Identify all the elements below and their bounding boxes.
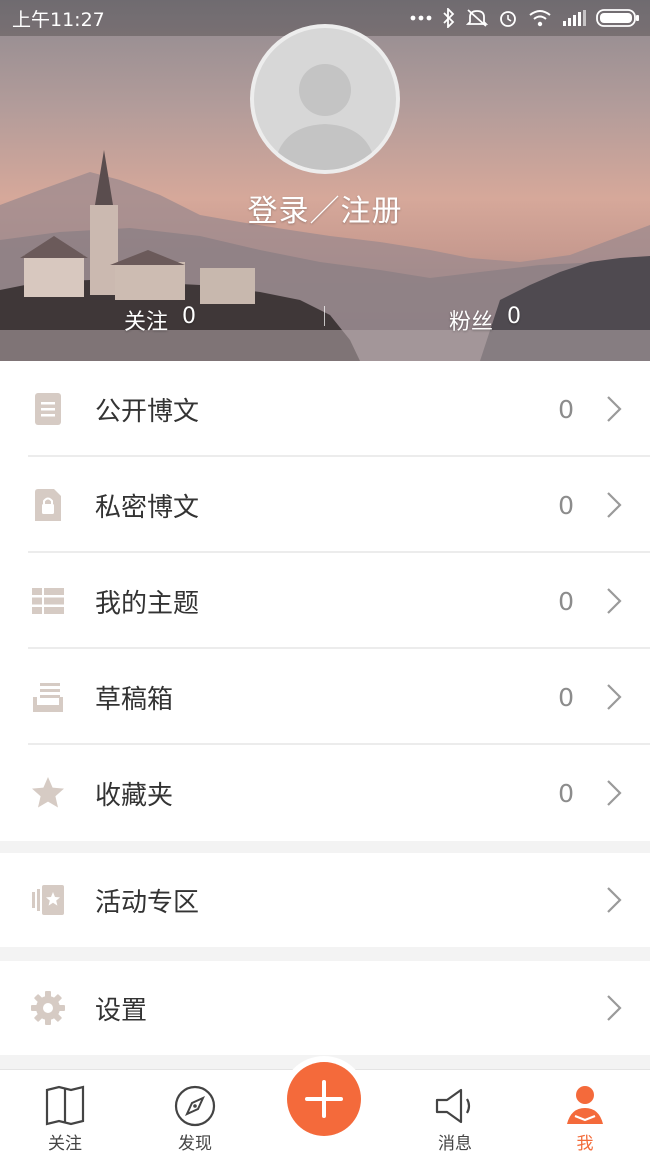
document-icon <box>35 393 61 425</box>
plus-icon <box>305 1080 343 1118</box>
lock-document-icon <box>35 489 61 521</box>
menu-item-label: 我的主题 <box>95 588 200 619</box>
menu-item-label: 收藏夹 <box>95 780 174 811</box>
tab-discover[interactable]: 发现 <box>145 1070 245 1156</box>
tab-label: 发现 <box>178 1134 212 1154</box>
fans-count: 0 <box>507 304 522 329</box>
following-label: 关注 <box>124 310 169 335</box>
following-stat[interactable]: 关注 0 <box>124 304 196 336</box>
chevron-right-icon <box>607 780 622 806</box>
menu-item-drafts[interactable]: 草稿箱 0 <box>0 649 650 745</box>
login-register-link[interactable]: 登录／注册 <box>0 186 650 230</box>
menu-item-label: 设置 <box>95 995 148 1026</box>
event-cards-icon <box>32 885 64 915</box>
events-menu-group: 活动专区 <box>0 853 650 947</box>
menu-item-favorites[interactable]: 收藏夹 0 <box>0 745 650 841</box>
bluetooth-icon <box>443 8 455 28</box>
tab-follow[interactable]: 关注 <box>15 1070 115 1156</box>
mute-icon <box>466 9 488 27</box>
settings-menu-group: 设置 <box>0 961 650 1055</box>
menu-item-my-topics[interactable]: 我的主题 0 <box>0 553 650 649</box>
signal-icon <box>563 10 586 26</box>
chevron-right-icon <box>607 995 622 1021</box>
more-dots-icon <box>410 15 432 21</box>
avatar[interactable] <box>250 24 400 174</box>
tab-label: 我 <box>576 1134 594 1154</box>
user-reading-icon <box>567 1086 603 1124</box>
compose-button[interactable] <box>287 1062 361 1136</box>
tab-messages[interactable]: 消息 <box>405 1070 505 1156</box>
menu-item-count: 0 <box>558 490 574 520</box>
chevron-right-icon <box>607 588 622 614</box>
battery-icon <box>596 9 639 27</box>
stat-divider <box>324 306 325 326</box>
alarm-icon <box>500 11 516 27</box>
wifi-icon <box>529 10 551 27</box>
menu-item-label: 草稿箱 <box>95 684 174 715</box>
drafts-tray-icon <box>33 683 63 712</box>
megaphone-icon <box>435 1088 471 1124</box>
tab-label: 关注 <box>48 1134 82 1154</box>
chevron-right-icon <box>607 396 622 422</box>
chevron-right-icon <box>607 492 622 518</box>
star-icon <box>32 777 64 808</box>
menu-item-count: 0 <box>558 778 574 808</box>
tab-me[interactable]: 我 <box>535 1070 635 1156</box>
menu-item-events[interactable]: 活动专区 <box>0 853 650 947</box>
status-time: 上午11:27 <box>12 8 105 31</box>
fans-label: 粉丝 <box>449 310 494 335</box>
menu-item-label: 公开博文 <box>95 396 200 427</box>
gear-icon <box>31 991 65 1025</box>
menu-item-count: 0 <box>558 682 574 712</box>
menu-item-settings[interactable]: 设置 <box>0 961 650 1055</box>
menu-item-label: 私密博文 <box>95 492 200 523</box>
profile-header: 上午11:27 登录／注册 关注 0 粉丝 0 <box>0 0 650 361</box>
menu-item-public-posts[interactable]: 公开博文 0 <box>0 361 650 457</box>
fans-stat[interactable]: 粉丝 0 <box>449 304 521 336</box>
menu-item-count: 0 <box>558 586 574 616</box>
compass-icon <box>174 1085 216 1127</box>
menu-item-label: 活动专区 <box>95 887 200 918</box>
content-menu-group: 公开博文 0 私密博文 0 我的主题 0 草稿箱 0 收藏夹 0 <box>0 361 650 841</box>
chevron-right-icon <box>607 887 622 913</box>
default-avatar-icon <box>274 64 376 170</box>
chevron-right-icon <box>607 684 622 710</box>
menu-item-count: 0 <box>558 394 574 424</box>
menu-item-private-posts[interactable]: 私密博文 0 <box>0 457 650 553</box>
tab-label: 消息 <box>438 1134 472 1154</box>
grid-icon <box>32 588 64 614</box>
status-icons <box>410 8 640 28</box>
open-book-icon <box>45 1085 85 1126</box>
following-count: 0 <box>182 304 197 329</box>
